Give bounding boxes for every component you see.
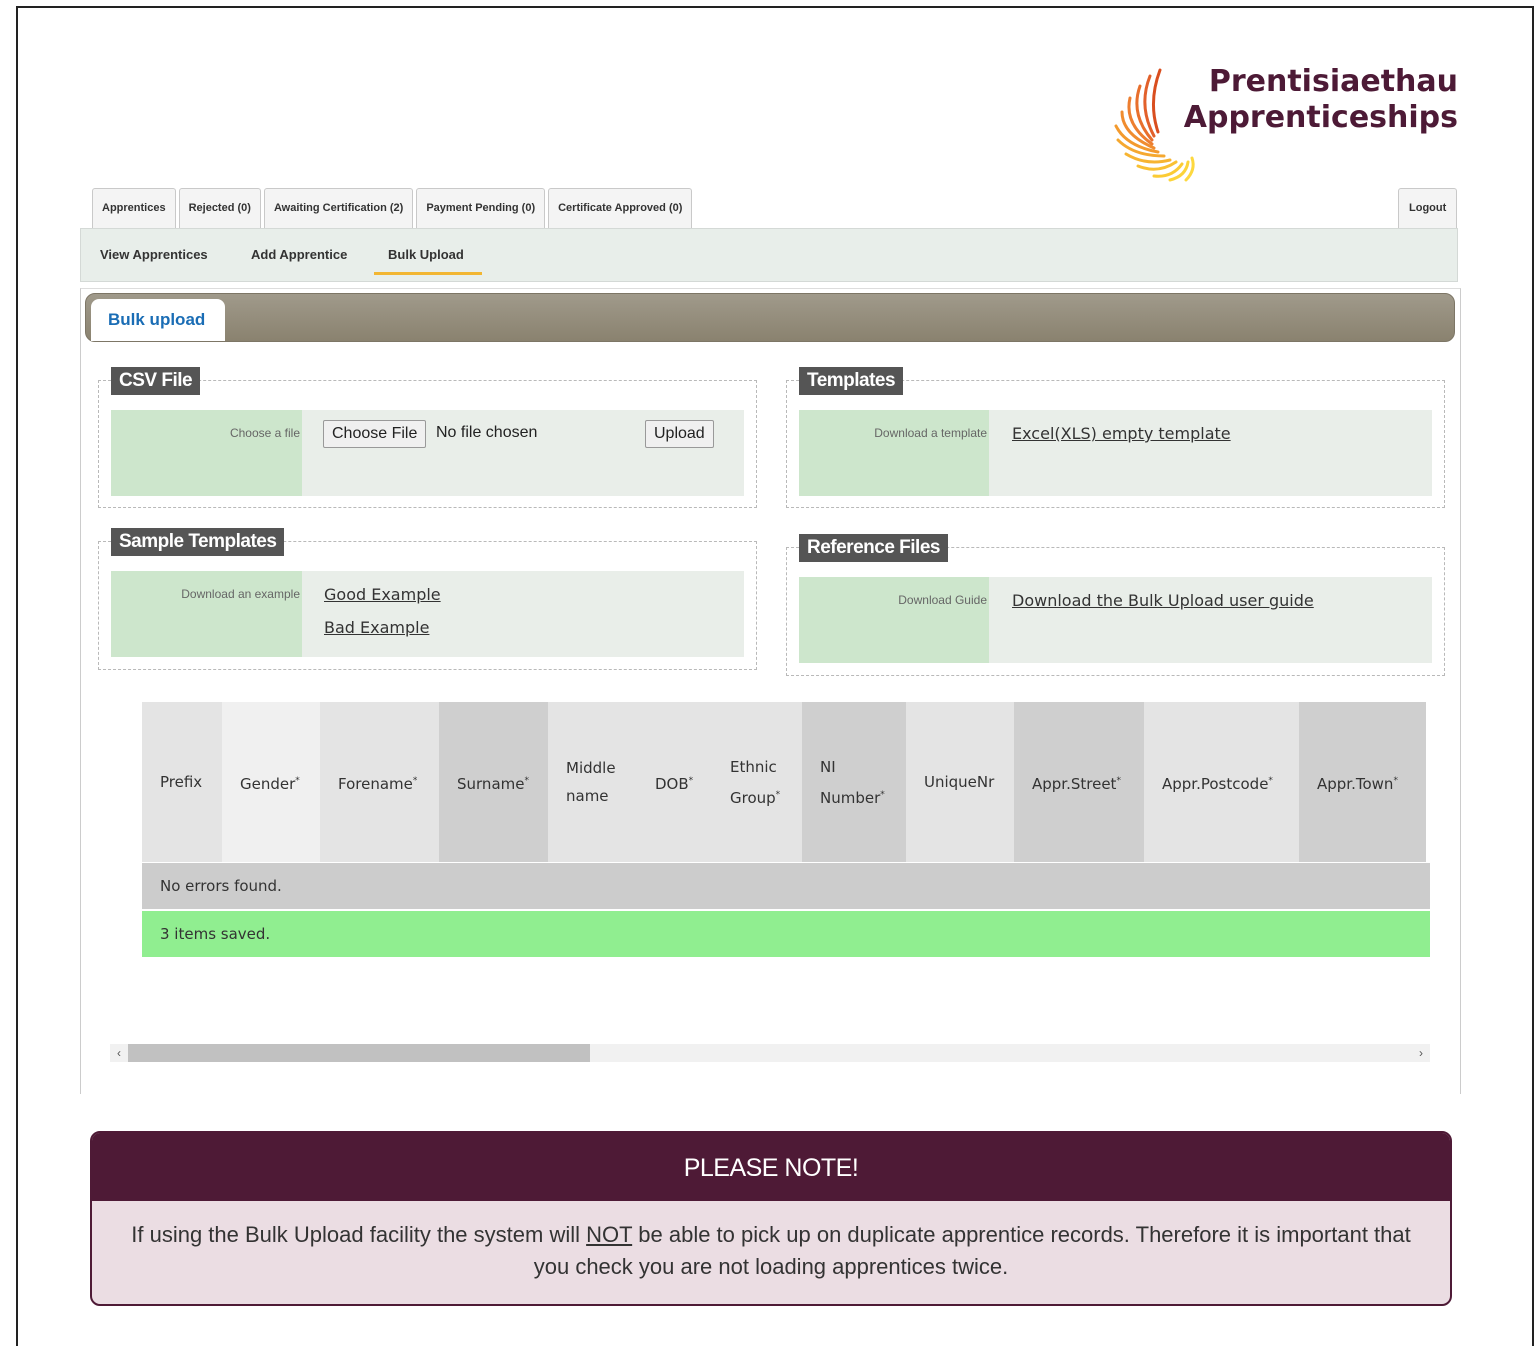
top-tabs: Apprentices Rejected (0) Awaiting Certif… [92,188,693,228]
please-note-box: PLEASE NOTE! If using the Bulk Upload fa… [90,1131,1452,1306]
column-header[interactable]: DOB* [637,702,712,862]
csv-file-row: Choose a file Choose File No file chosen… [111,410,744,496]
tab-payment-pending[interactable]: Payment Pending (0) [416,188,546,228]
logout-button[interactable]: Logout [1398,188,1458,228]
note-text-before: If using the Bulk Upload facility the sy… [131,1222,587,1247]
choose-file-label: Choose a file [111,410,302,496]
logo-welsh-name: Prentisiaethau [1208,64,1458,99]
csv-file-section: CSV File Choose a file Choose File No fi… [98,367,757,508]
logo-english-name: Apprenticeships [1183,100,1458,135]
reference-files-legend: Reference Files [799,534,948,562]
download-guide-label: Download Guide [799,577,989,663]
panel-tab-bulk-upload[interactable]: Bulk upload [91,299,225,341]
user-guide-link[interactable]: Download the Bulk Upload user guide [1012,591,1314,610]
scroll-left-arrow-icon[interactable]: ‹ [110,1044,128,1062]
tab-certificate-approved[interactable]: Certificate Approved (0) [548,188,693,228]
choose-file-button[interactable]: Choose File [323,420,427,448]
upload-button[interactable]: Upload [645,420,714,448]
column-header[interactable]: Appr.Town* [1299,702,1426,862]
errors-status-row: No errors found. [142,863,1430,909]
scrollbar-thumb[interactable] [128,1044,590,1062]
bad-example-link[interactable]: Bad Example [324,618,429,637]
excel-template-link[interactable]: Excel(XLS) empty template [1012,424,1231,443]
templates-section: Templates Download a template Excel(XLS)… [786,367,1445,508]
scroll-right-arrow-icon[interactable]: › [1412,1044,1430,1062]
column-header[interactable]: Surname* [439,702,548,862]
sample-templates-section: Sample Templates Download an example Goo… [98,528,757,670]
csv-file-legend: CSV File [111,367,201,395]
column-header[interactable]: Prefix [142,702,222,862]
panel-header-bar [85,293,1455,342]
column-header[interactable]: UniqueNr [906,702,1014,862]
reference-files-section: Reference Files Download Guide Download … [786,534,1445,676]
templates-legend: Templates [799,367,904,395]
templates-row: Download a template Excel(XLS) empty tem… [799,410,1432,496]
sample-templates-legend: Sample Templates [111,528,285,556]
tab-rejected[interactable]: Rejected (0) [178,188,261,228]
note-title: PLEASE NOTE! [92,1133,1450,1201]
sub-navigation: View Apprentices Add Apprentice Bulk Upl… [80,228,1458,282]
note-text-after: be able to pick up on duplicate apprenti… [533,1222,1411,1279]
column-header[interactable]: Gender* [222,702,320,862]
upload-results-table: Prefix Gender* Forename* Surname* Middle… [142,702,1430,862]
horizontal-scrollbar[interactable]: ‹ › [110,1044,1430,1062]
column-header[interactable]: NI Number* [802,702,906,862]
tab-apprentices[interactable]: Apprentices [92,188,176,228]
subnav-add-apprentice[interactable]: Add Apprentice [251,229,347,273]
subnav-bulk-upload[interactable]: Bulk Upload [374,229,482,275]
subnav-view-apprentices[interactable]: View Apprentices [100,229,208,273]
sample-templates-row: Download an example Good Example Bad Exa… [111,571,744,657]
column-header[interactable]: Forename* [320,702,439,862]
column-header[interactable]: Appr.Postcode* [1144,702,1299,862]
table-header-row: Prefix Gender* Forename* Surname* Middle… [142,702,1430,862]
column-header[interactable]: Appr.Street* [1014,702,1144,862]
download-example-label: Download an example [111,571,302,657]
reference-files-row: Download Guide Download the Bulk Upload … [799,577,1432,663]
column-header[interactable]: Ethnic Group* [712,702,802,862]
column-header[interactable]: Middle name [548,702,637,862]
file-status-text: No file chosen [436,424,538,441]
apprenticeships-logo: Prentisiaethau Apprenticeships [1112,62,1472,184]
saved-status-row: 3 items saved. [142,911,1430,957]
note-body: If using the Bulk Upload facility the sy… [92,1201,1450,1283]
download-template-label: Download a template [799,410,989,496]
tab-awaiting-certification[interactable]: Awaiting Certification (2) [263,188,414,228]
good-example-link[interactable]: Good Example [324,585,441,604]
note-emphasis: NOT [586,1222,633,1247]
